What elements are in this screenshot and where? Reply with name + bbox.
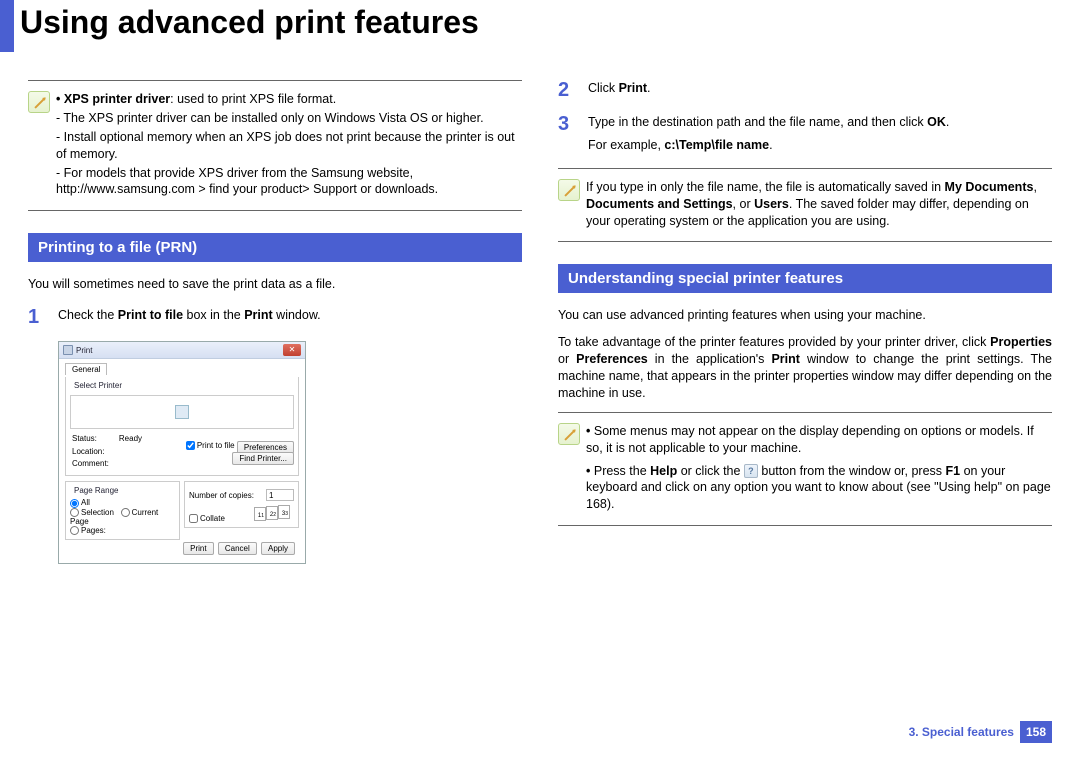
footer-chapter: 3. Special features	[909, 725, 1014, 739]
dlg-radio-selection: Selection Current Page	[70, 508, 175, 526]
step-3-number: 3	[558, 114, 588, 154]
help-icon: ?	[744, 464, 758, 478]
dlg-radio-all: All	[70, 498, 175, 507]
s3l2-post: .	[769, 138, 772, 152]
para-special-detail: To take advantage of the printer feature…	[558, 334, 1052, 402]
step1-pre: Check the	[58, 308, 118, 322]
dlg-cancel-button: Cancel	[218, 542, 257, 555]
s3l2-pre: For example,	[588, 138, 664, 152]
n2-b2: F1	[946, 464, 961, 478]
n2-pre: Press the	[594, 464, 650, 478]
dlg-status-lbl: Status:	[72, 434, 117, 444]
step2-post: .	[647, 81, 650, 95]
close-icon: ✕	[283, 344, 301, 356]
dlg-copies-spin: 1	[266, 489, 294, 501]
dlg-find-printer-button: Find Printer...	[232, 452, 294, 465]
p3-m2: in the application's	[648, 352, 772, 366]
n1-b2: Documents and Settings	[586, 197, 733, 211]
page-footer: 3. Special features 158	[909, 721, 1052, 743]
dlg-tab-general: General	[65, 363, 107, 375]
step-3-body: Type in the destination path and the fil…	[588, 114, 1052, 154]
print-dialog-screenshot: Print ✕ General Select Printer Status:Re…	[58, 341, 306, 564]
collate-icon: 11 22 33	[254, 505, 294, 523]
title-accent	[0, 0, 14, 52]
page-title: Using advanced print features	[14, 0, 479, 52]
para-prn-intro: You will sometimes need to save the prin…	[28, 276, 522, 293]
dlg-print-to-file: Print to file	[186, 441, 235, 450]
dlg-grp-selectprinter: Select Printer	[72, 381, 124, 390]
printer-item-icon	[175, 405, 189, 419]
step1-b1: Print to file	[118, 308, 183, 322]
n1-pre: If you type in only the file name, the f…	[586, 180, 945, 194]
p3-b1: Properties	[990, 335, 1052, 349]
dlg-copies-lbl: Number of copies:	[189, 491, 254, 500]
note-xps-sub3: For models that provide XPS driver from …	[56, 165, 522, 199]
p3-b2: Preferences	[576, 352, 648, 366]
note-help-li2: Press the Help or click the ? button fro…	[586, 463, 1052, 514]
note-icon	[558, 423, 586, 513]
step-1: 1 Check the Print to file box in the Pri…	[28, 307, 522, 327]
step-2-number: 2	[558, 80, 588, 100]
footer-page-number: 158	[1020, 721, 1052, 743]
step1-mid: box in the	[183, 308, 244, 322]
step1-b2: Print	[244, 308, 272, 322]
note-xps-sub1: The XPS printer driver can be installed …	[56, 110, 522, 127]
dlg-status-val: Ready	[119, 434, 150, 444]
note-icon	[28, 91, 56, 198]
n1-b1: My Documents	[945, 180, 1034, 194]
note-filename-body: If you type in only the file name, the f…	[586, 179, 1052, 230]
step-3: 3 Type in the destination path and the f…	[558, 114, 1052, 154]
n1-b3: Users	[754, 197, 789, 211]
step2-pre: Click	[588, 81, 619, 95]
s3l1-pre: Type in the destination path and the fil…	[588, 115, 927, 129]
n2-m1: or click the	[677, 464, 744, 478]
note-xps-sub2: Install optional memory when an XPS job …	[56, 129, 522, 163]
note-xps-text: : used to print XPS file format.	[170, 92, 336, 106]
n1-m2: , or	[733, 197, 755, 211]
note-xps-bold: XPS printer driver	[64, 92, 170, 106]
printer-icon	[63, 345, 73, 355]
p3-pre: To take advantage of the printer feature…	[558, 335, 990, 349]
p3-m1: or	[558, 352, 576, 366]
right-column: 2 Click Print. 3 Type in the destination…	[558, 80, 1052, 564]
s3l1-b: OK	[927, 115, 946, 129]
step-2-body: Click Print.	[588, 80, 1052, 100]
para-special-intro: You can use advanced printing features w…	[558, 307, 1052, 324]
step1-post: window.	[273, 308, 321, 322]
dlg-radio-pages: Pages:	[70, 526, 175, 535]
note-help: Some menus may not appear on the display…	[558, 412, 1052, 526]
step-2: 2 Click Print.	[558, 80, 1052, 100]
heading-special-features: Understanding special printer features	[558, 264, 1052, 293]
p3-b3: Print	[771, 352, 799, 366]
note-help-li1: Some menus may not appear on the display…	[586, 423, 1052, 457]
step2-b: Print	[619, 81, 647, 95]
left-column: XPS printer driver: used to print XPS fi…	[28, 80, 522, 564]
n2-b1: Help	[650, 464, 677, 478]
note-filename: If you type in only the file name, the f…	[558, 168, 1052, 243]
step-1-body: Check the Print to file box in the Print…	[58, 307, 522, 327]
s3l1-post: .	[946, 115, 949, 129]
dlg-print-button: Print	[183, 542, 213, 555]
dlg-location-lbl: Location:	[72, 447, 117, 457]
s3l2-b: c:\Temp\file name	[664, 138, 769, 152]
dlg-comment-lbl: Comment:	[72, 459, 117, 469]
step-1-number: 1	[28, 307, 58, 327]
note-xps-line: XPS printer driver: used to print XPS fi…	[56, 91, 522, 198]
dlg-apply-button: Apply	[261, 542, 295, 555]
note-icon	[558, 179, 586, 230]
n2-m2: button from the window or, press	[758, 464, 946, 478]
dlg-collate: Collate	[189, 514, 225, 523]
dlg-status-grid: Status:Ready Location: Comment:	[70, 432, 152, 471]
dlg-grp-pagerange: Page Range	[72, 486, 120, 495]
page-title-bar: Using advanced print features	[0, 0, 1080, 52]
note-xps-driver: XPS printer driver: used to print XPS fi…	[28, 80, 522, 211]
heading-printing-to-file: Printing to a file (PRN)	[28, 233, 522, 262]
n1-m1: ,	[1033, 180, 1036, 194]
dlg-title: Print	[76, 346, 92, 355]
